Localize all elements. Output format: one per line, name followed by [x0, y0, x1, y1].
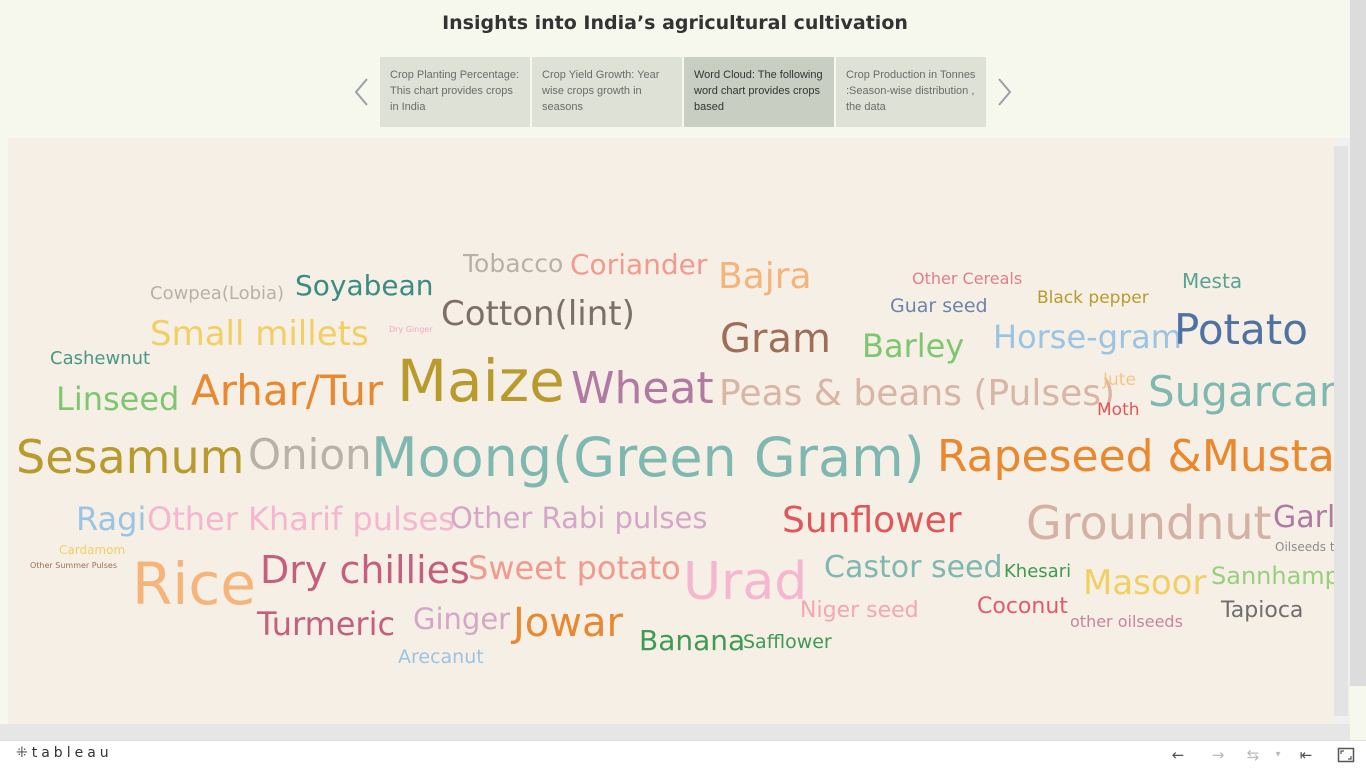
word-tapioca[interactable]: Tapioca — [1221, 600, 1303, 622]
story-point-3[interactable]: Word Cloud: The following word chart pro… — [684, 57, 834, 127]
word-jute[interactable]: Jute — [1103, 372, 1136, 389]
dashboard-vertical-scrollbar[interactable] — [1334, 138, 1350, 724]
word-sweet-potato[interactable]: Sweet potato — [468, 552, 681, 584]
word-turmeric[interactable]: Turmeric — [257, 608, 395, 640]
word-ginger[interactable]: Ginger — [413, 605, 510, 634]
tableau-logo[interactable]: ⁜ tableau — [16, 745, 113, 761]
chevron-left-icon — [354, 78, 368, 106]
revert-icon: ⇆ — [1246, 746, 1260, 764]
horizontal-scrollbar[interactable] — [0, 724, 1350, 740]
word-safflower[interactable]: Safflower — [743, 633, 832, 652]
chevron-right-icon — [998, 78, 1012, 106]
word-gram[interactable]: Gram — [720, 319, 831, 359]
fullscreen-button[interactable] — [1336, 745, 1356, 765]
word-other-oilseeds[interactable]: other oilseeds — [1070, 614, 1183, 630]
word-cowpea[interactable]: Cowpea(Lobia) — [150, 285, 284, 303]
scrollbar-thumb[interactable] — [1334, 146, 1348, 716]
word-banana[interactable]: Banana — [639, 627, 745, 655]
word-mesta[interactable]: Mesta — [1182, 271, 1242, 291]
word-other-rabi-pulses[interactable]: Other Rabi pulses — [450, 504, 707, 533]
undo-icon: ← — [1171, 746, 1185, 764]
word-urad[interactable]: Urad — [683, 556, 807, 608]
story-point-2[interactable]: Crop Yield Growth: Year wise crops growt… — [532, 57, 682, 127]
story-prev-button[interactable] — [351, 72, 373, 112]
word-barley[interactable]: Barley — [862, 330, 964, 362]
word-coconut[interactable]: Coconut — [977, 596, 1068, 618]
revert-button[interactable]: ⇆ — [1242, 745, 1264, 765]
revert-all-button[interactable]: ⇤ — [1296, 745, 1316, 765]
word-horse-gram[interactable]: Horse-gram — [993, 321, 1182, 353]
word-arhar-tur[interactable]: Arhar/Tur — [191, 370, 383, 412]
word-arecanut[interactable]: Arecanut — [398, 648, 484, 667]
page-vertical-scrollbar[interactable] — [1350, 0, 1366, 686]
word-coriander[interactable]: Coriander — [570, 251, 707, 279]
word-niger-seed[interactable]: Niger seed — [800, 600, 919, 622]
story-point-4[interactable]: Crop Production in Tonnes :Season-wise d… — [836, 57, 986, 127]
word-cotton[interactable]: Cotton(lint) — [441, 297, 635, 331]
word-black-pepper[interactable]: Black pepper — [1037, 290, 1149, 307]
word-other-cereals[interactable]: Other Cereals — [912, 271, 1022, 287]
word-tobacco[interactable]: Tobacco — [463, 251, 563, 276]
word-potato[interactable]: Potato — [1174, 309, 1308, 351]
word-other-kharif-pulses[interactable]: Other Kharif pulses — [147, 503, 455, 535]
tableau-logo-icon: ⁜ — [16, 745, 28, 761]
word-guar-seed[interactable]: Guar seed — [890, 297, 988, 316]
word-maize[interactable]: Maize — [397, 352, 565, 410]
revert-dropdown-button[interactable]: ▾ — [1272, 745, 1284, 765]
word-other-summer-pulses[interactable]: Other Summer Pulses — [30, 562, 117, 570]
word-cloud: Tobacco Coriander Bajra Other Cereals Me… — [8, 138, 1334, 724]
word-rice[interactable]: Rice — [132, 555, 256, 613]
word-small-millets[interactable]: Small millets — [150, 317, 369, 351]
word-sannhamp[interactable]: Sannhamp — [1211, 564, 1334, 588]
word-soyabean[interactable]: Soyabean — [295, 272, 434, 300]
redo-icon: → — [1211, 746, 1225, 764]
word-moong[interactable]: Moong(Green Gram) — [371, 431, 925, 485]
word-oilseeds-total[interactable]: Oilseeds total — [1275, 541, 1334, 553]
word-peas-beans[interactable]: Peas & beans (Pulses) — [719, 376, 1115, 412]
word-linseed[interactable]: Linseed — [56, 383, 179, 415]
word-bajra[interactable]: Bajra — [718, 259, 812, 295]
word-garlic[interactable]: Garlic — [1273, 503, 1334, 533]
fullscreen-icon — [1337, 747, 1355, 763]
revert-dropdown-icon: ▾ — [1275, 749, 1281, 760]
word-sunflower[interactable]: Sunflower — [782, 503, 962, 539]
word-moth[interactable]: Moth — [1097, 402, 1140, 419]
word-dry-ginger[interactable]: Dry Ginger — [389, 326, 433, 334]
word-khesari[interactable]: Khesari — [1004, 563, 1071, 581]
word-groundnut[interactable]: Groundnut — [1026, 500, 1272, 546]
redo-button[interactable]: → — [1208, 745, 1228, 765]
word-ragi[interactable]: Ragi — [76, 503, 146, 535]
word-onion[interactable]: Onion — [248, 434, 372, 476]
word-cardamom[interactable]: Cardamom — [59, 544, 125, 556]
word-cashewnut[interactable]: Cashewnut — [50, 350, 150, 368]
story-next-button[interactable] — [993, 72, 1015, 112]
word-sugarcane[interactable]: Sugarcane — [1148, 371, 1334, 413]
story-point-1[interactable]: Crop Planting Percentage: This chart pro… — [380, 57, 530, 127]
word-wheat[interactable]: Wheat — [571, 367, 714, 411]
page-title: Insights into India’s agricultural culti… — [442, 12, 908, 34]
word-dry-chillies[interactable]: Dry chillies — [260, 551, 470, 589]
word-rapeseed-mustard[interactable]: Rapeseed &Mustard — [937, 435, 1334, 479]
word-jowar[interactable]: Jowar — [513, 603, 623, 643]
word-sesamum[interactable]: Sesamum — [16, 434, 244, 480]
revert-all-icon: ⇤ — [1299, 746, 1313, 764]
viz-toolbar: ⁜ tableau ← → ⇆ ▾ ⇤ — [0, 740, 1366, 768]
undo-button[interactable]: ← — [1168, 745, 1188, 765]
word-castor-seed[interactable]: Castor seed — [824, 553, 1003, 583]
word-masoor[interactable]: Masoor — [1083, 566, 1206, 600]
